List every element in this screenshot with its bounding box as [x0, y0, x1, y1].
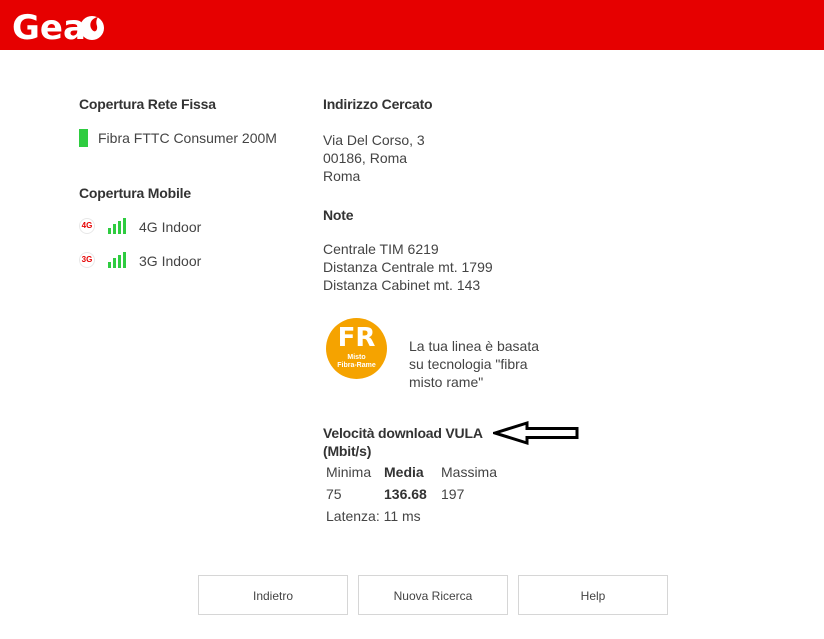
technology-desc-line: su tecnologia "fibra [409, 356, 528, 372]
speed-title: Velocità download VULA [323, 425, 483, 441]
mobile-coverage-title: Copertura Mobile [79, 185, 191, 201]
vodafone-speech-mark-icon [80, 16, 104, 40]
arrow-left-icon [493, 420, 579, 446]
technology-desc-line: misto rame" [409, 374, 484, 390]
badge-main-text: FR [337, 323, 376, 353]
speed-header-min: Minima [326, 464, 372, 480]
badge-3g: 3G [79, 252, 95, 268]
speed-header-max: Massima [441, 464, 498, 480]
top-bar: Gea [0, 0, 824, 50]
speed-header-avg: Media [384, 464, 424, 480]
coverage-indicator [79, 129, 88, 147]
speed-value-avg: 136.68 [384, 486, 427, 502]
mobile-item-4g: 4G Indoor [139, 219, 202, 235]
signal-bars-icon [108, 218, 126, 234]
new-search-button[interactable]: Nuova Ricerca [358, 575, 508, 615]
badge-4g: 4G [79, 218, 95, 234]
signal-bars-icon [108, 252, 126, 268]
note-line: Centrale TIM 6219 [323, 241, 439, 257]
address-title: Indirizzo Cercato [323, 96, 433, 112]
help-button[interactable]: Help [518, 575, 668, 615]
mobile-item-3g: 3G Indoor [139, 253, 202, 269]
address-line: 00186, Roma [323, 150, 408, 166]
fixed-coverage-item: Fibra FTTC Consumer 200M [98, 130, 277, 146]
latency-text: Latenza: 11 ms [326, 508, 421, 524]
speed-value-max: 197 [441, 486, 465, 502]
logo-text: Gea [12, 8, 86, 45]
technology-desc-line: La tua linea è basata [409, 338, 539, 354]
speed-unit: (Mbit/s) [323, 443, 372, 459]
address-line: Via Del Corso, 3 [323, 132, 425, 148]
badge-sub-text: Misto [347, 354, 366, 361]
note-line: Distanza Cabinet mt. 143 [323, 277, 481, 293]
back-button[interactable]: Indietro [198, 575, 348, 615]
fr-technology-badge: FR Misto Fibra-Rame [326, 318, 387, 379]
gea-logo[interactable]: Gea [12, 5, 108, 45]
address-line: Roma [323, 168, 361, 184]
fixed-coverage-title: Copertura Rete Fissa [79, 96, 216, 112]
speed-value-min: 75 [326, 486, 342, 502]
note-title: Note [323, 207, 354, 223]
badge-sub-text: Fibra-Rame [337, 362, 376, 369]
note-line: Distanza Centrale mt. 1799 [323, 259, 493, 275]
